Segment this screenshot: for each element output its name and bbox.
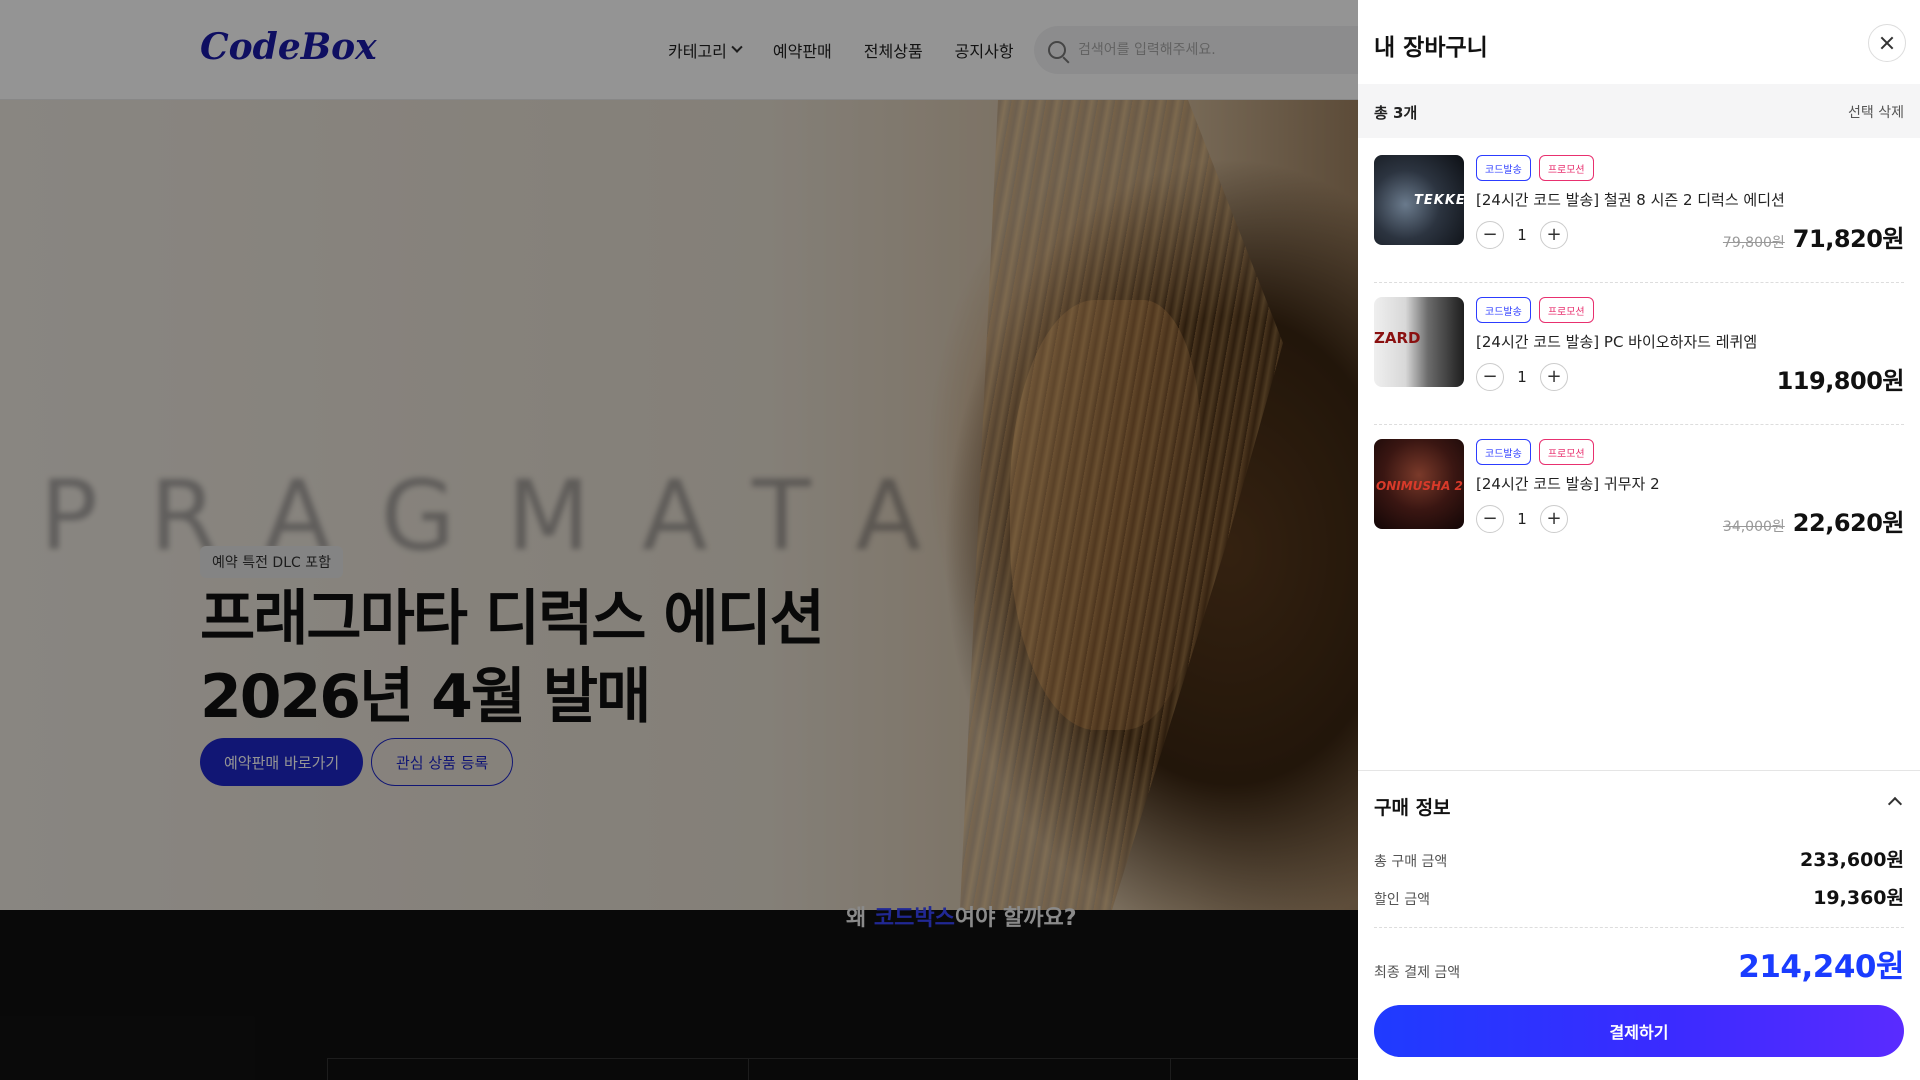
thumbnail-text: TEKKEN	[1414, 193, 1464, 208]
chevron-up-icon[interactable]	[1887, 796, 1903, 812]
total-amount-label: 총 구매 금액	[1374, 854, 1448, 870]
item-badges: 코드발송 프로모션	[1476, 439, 1594, 465]
quantity-stepper: − 1 +	[1476, 363, 1568, 391]
quantity-stepper: − 1 +	[1476, 505, 1568, 533]
discount-row: 할인 금액 19,360원	[1374, 883, 1904, 910]
cart-total-count: 총 3개	[1374, 104, 1418, 122]
item-badges: 코드발송 프로모션	[1476, 297, 1594, 323]
cart-drawer: 내 장바구니 총 3개 선택 삭제 TEKKEN 코드발송 프로모션 [24시간…	[1358, 0, 1920, 1080]
product-thumbnail[interactable]: ZARD	[1374, 297, 1464, 387]
cart-item: TEKKEN 코드발송 프로모션 [24시간 코드 발송] 철권 8 시즌 2 …	[1374, 141, 1905, 283]
code-delivery-badge: 코드발송	[1476, 439, 1531, 465]
increase-button[interactable]: +	[1540, 221, 1568, 249]
discount-label: 할인 금액	[1374, 892, 1430, 908]
product-thumbnail[interactable]: TEKKEN	[1374, 155, 1464, 245]
purchase-info: 구매 정보 총 구매 금액 233,600원 할인 금액 19,360원 최종 …	[1358, 770, 1920, 1080]
final-price: 119,800원	[1776, 367, 1905, 395]
promotion-badge: 프로모션	[1538, 297, 1594, 323]
quantity-value: 1	[1517, 510, 1527, 528]
final-price: 71,820원	[1792, 225, 1905, 253]
cart-summary-bar: 총 3개 선택 삭제	[1358, 84, 1920, 138]
decrease-button[interactable]: −	[1476, 363, 1504, 391]
decrease-button[interactable]: −	[1476, 221, 1504, 249]
thumbnail-text: ZARD	[1374, 329, 1421, 347]
quantity-value: 1	[1517, 226, 1527, 244]
thumbnail-text: ONIMUSHA 2	[1376, 479, 1463, 493]
total-amount-value: 233,600원	[1799, 849, 1904, 871]
increase-button[interactable]: +	[1540, 505, 1568, 533]
item-prices: 119,800원	[1769, 361, 1905, 396]
quantity-stepper: − 1 +	[1476, 221, 1568, 249]
quantity-value: 1	[1517, 368, 1527, 386]
item-name[interactable]: [24시간 코드 발송] PC 바이오하자드 레퀴엠	[1476, 331, 1757, 352]
product-thumbnail[interactable]: ONIMUSHA 2	[1374, 439, 1464, 529]
original-price: 34,000원	[1722, 519, 1785, 535]
final-amount-row: 최종 결제 금액 214,240원	[1374, 941, 1904, 986]
code-delivery-badge: 코드발송	[1476, 297, 1531, 323]
close-icon	[1880, 36, 1894, 50]
total-amount-row: 총 구매 금액 233,600원	[1374, 845, 1904, 872]
decrease-button[interactable]: −	[1476, 505, 1504, 533]
cart-title: 내 장바구니	[1374, 35, 1488, 61]
item-prices: 79,800원 71,820원	[1722, 219, 1905, 254]
cart-header: 내 장바구니	[1358, 0, 1920, 84]
close-button[interactable]	[1868, 24, 1906, 62]
final-amount-label: 최종 결제 금액	[1374, 965, 1461, 981]
original-price: 79,800원	[1722, 235, 1785, 251]
item-prices: 34,000원 22,620원	[1722, 503, 1905, 538]
promotion-badge: 프로모션	[1538, 155, 1594, 181]
divider	[1374, 927, 1904, 928]
final-price: 22,620원	[1792, 509, 1905, 537]
final-amount-value: 214,240원	[1738, 949, 1904, 985]
item-name[interactable]: [24시간 코드 발송] 귀무자 2	[1476, 473, 1660, 494]
item-badges: 코드발송 프로모션	[1476, 155, 1594, 181]
code-delivery-badge: 코드발송	[1476, 155, 1531, 181]
cart-item: ONIMUSHA 2 코드발송 프로모션 [24시간 코드 발송] 귀무자 2 …	[1374, 425, 1905, 567]
purchase-info-title: 구매 정보	[1374, 797, 1451, 819]
delete-selected-button[interactable]: 선택 삭제	[1848, 102, 1904, 122]
discount-value: 19,360원	[1813, 887, 1904, 909]
promotion-badge: 프로모션	[1538, 439, 1594, 465]
item-name[interactable]: [24시간 코드 발송] 철권 8 시즌 2 디럭스 에디션	[1476, 189, 1785, 210]
cart-item: ZARD 코드발송 프로모션 [24시간 코드 발송] PC 바이오하자드 레퀴…	[1374, 283, 1905, 425]
checkout-button[interactable]: 결제하기	[1374, 1005, 1904, 1057]
increase-button[interactable]: +	[1540, 363, 1568, 391]
